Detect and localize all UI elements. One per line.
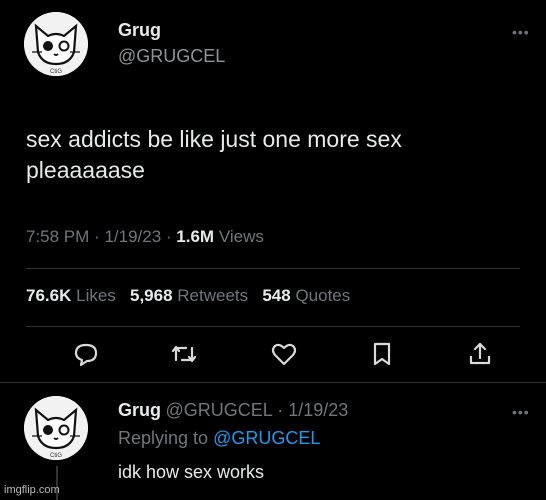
reply-author-avatar[interactable]: CtiG <box>24 396 88 460</box>
reply-date[interactable]: 1/19/23 <box>288 400 348 420</box>
replying-to: Replying to @GRUGCEL <box>118 428 320 449</box>
share-icon[interactable] <box>466 340 494 368</box>
author-avatar[interactable]: CtiG <box>24 12 88 76</box>
quotes-count: 548 <box>262 286 291 305</box>
retweet-icon[interactable] <box>170 340 198 368</box>
divider <box>26 326 520 327</box>
quotes-label: Quotes <box>295 286 351 305</box>
reply-author-handle[interactable]: @GRUGCEL <box>165 400 272 420</box>
author-handle[interactable]: @GRUGCEL <box>118 46 225 67</box>
tweet-text-line-2: pleaaaaase <box>26 157 145 183</box>
tweet-time[interactable]: 7:58 PM <box>26 227 89 246</box>
quotes-stat[interactable]: 548 Quotes <box>262 286 350 305</box>
likes-stat[interactable]: 76.6K Likes <box>26 286 121 305</box>
more-dots-icon[interactable]: ••• <box>512 404 530 420</box>
reply-text: idk how sex works <box>118 462 265 482</box>
cat-avatar-icon: CtiG <box>24 396 88 460</box>
views-count: 1.6M <box>176 227 215 246</box>
svg-text:CtiG: CtiG <box>50 453 62 459</box>
views-label: Views <box>218 227 264 246</box>
tweet-meta: 7:58 PM · 1/19/23 · 1.6M Views <box>26 227 264 246</box>
divider <box>0 382 546 383</box>
likes-label: Likes <box>76 286 116 305</box>
like-icon[interactable] <box>270 340 298 368</box>
tweet-text: sex addicts be like just one more sex pl… <box>26 124 536 186</box>
replying-handle-link[interactable]: @GRUGCEL <box>213 428 320 448</box>
tweet-text-line-1: sex addicts be like just one more sex <box>26 126 402 152</box>
more-dots-icon[interactable]: ••• <box>512 24 530 40</box>
tweet-date[interactable]: 1/19/23 <box>104 227 161 246</box>
retweets-stat[interactable]: 5,968 Retweets <box>130 286 253 305</box>
retweets-count: 5,968 <box>129 286 173 305</box>
divider <box>26 268 520 269</box>
bookmark-icon[interactable] <box>368 340 396 368</box>
watermark: imgflip.com <box>4 484 60 496</box>
reply-author-name[interactable]: Grug <box>118 400 161 420</box>
tweet-stats: 76.6K Likes 5,968 Retweets 548 Quotes <box>26 286 350 306</box>
author-name[interactable]: Grug <box>118 20 161 41</box>
reply-header: Grug @GRUGCEL · 1/19/23 <box>118 400 349 420</box>
svg-text:CtiG: CtiG <box>50 69 62 75</box>
reply-icon[interactable] <box>72 340 100 368</box>
retweets-label: Retweets <box>177 286 249 305</box>
replying-prefix: Replying to <box>118 428 209 448</box>
cat-avatar-icon: CtiG <box>24 12 88 76</box>
likes-count: 76.6K <box>26 286 72 305</box>
